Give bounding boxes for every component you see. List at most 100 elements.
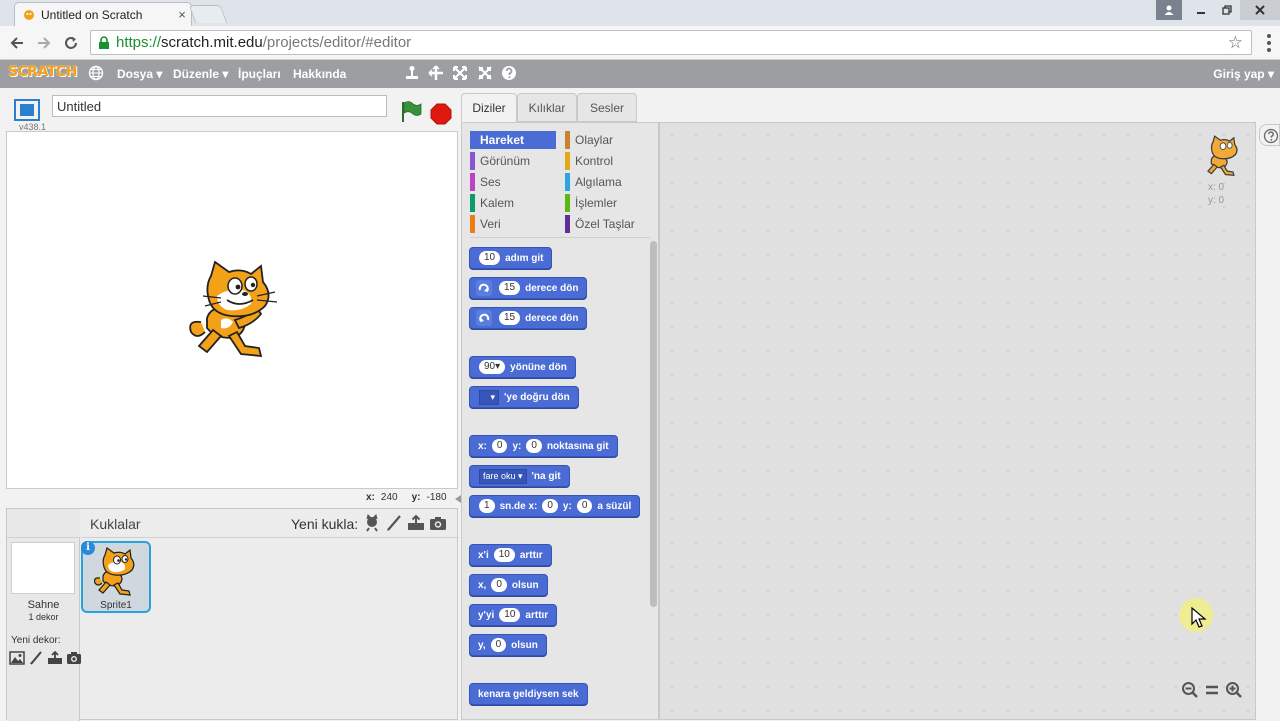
- language-globe-icon[interactable]: [88, 65, 104, 81]
- stage-thumbnail[interactable]: [11, 542, 75, 594]
- new-sprite-tools: [363, 514, 447, 532]
- category-looks[interactable]: Görünüm: [470, 152, 556, 170]
- lock-icon: [99, 35, 109, 49]
- block-point-towards[interactable]: ▾'ye doğru dön: [469, 386, 579, 408]
- category-more-blocks[interactable]: Özel Taşlar: [565, 215, 651, 233]
- sprite-cat-thumbnail-icon: [93, 547, 135, 596]
- category-motion[interactable]: Hareket: [470, 131, 556, 149]
- backdrop-upload-icon[interactable]: [47, 651, 63, 665]
- block-turn-left[interactable]: 15 derece dön: [469, 307, 588, 329]
- category-data[interactable]: Veri: [470, 215, 556, 233]
- zoom-reset-icon[interactable]: [1203, 681, 1221, 699]
- new-backdrop-label: Yeni dekor:: [11, 635, 61, 646]
- green-flag-icon[interactable]: [399, 100, 423, 124]
- category-sound[interactable]: Ses: [470, 173, 556, 191]
- sprite-pane: Sahne 1 dekor Yeni dekor: Kuklalar Yeni …: [6, 508, 459, 721]
- grow-icon[interactable]: [452, 65, 468, 81]
- sprite-upload-icon[interactable]: [407, 514, 425, 532]
- sprite-thumbnail-sprite1[interactable]: i Sprite1: [81, 541, 151, 613]
- backdrop-paint-icon[interactable]: [28, 651, 44, 665]
- sign-in-menu[interactable]: Giriş yap ▾: [1213, 67, 1274, 81]
- zoom-in-icon[interactable]: [1225, 681, 1243, 699]
- backdrop-tools: [9, 651, 82, 665]
- stop-sign-icon[interactable]: [430, 103, 452, 125]
- cat-sprite-icon[interactable]: [187, 260, 283, 364]
- tab-scripts[interactable]: Diziler: [461, 93, 517, 122]
- reload-icon[interactable]: [60, 32, 82, 54]
- help-panel-toggle[interactable]: [1259, 124, 1280, 146]
- block-bounce-edge[interactable]: kenara geldiysen sek: [469, 683, 588, 705]
- help-circle-icon: [1263, 128, 1279, 144]
- address-bar-row: https://scratch.mit.edu/projects/editor/…: [0, 26, 1280, 60]
- url-scheme: https://: [116, 34, 162, 51]
- sprite-camera-icon[interactable]: [429, 514, 447, 532]
- backdrop-camera-icon[interactable]: [66, 651, 82, 665]
- rotate-counterclockwise-icon: [476, 310, 492, 326]
- sprite-library-icon[interactable]: [363, 514, 381, 532]
- rotate-clockwise-icon: [476, 280, 492, 296]
- block-palette: Hareket Görünüm Ses Kalem Veri Olaylar K…: [461, 122, 659, 720]
- sprite-paint-icon[interactable]: [385, 514, 403, 532]
- category-operators[interactable]: İşlemler: [565, 194, 651, 212]
- tab-title: Untitled on Scratch: [41, 7, 143, 22]
- block-goto-target[interactable]: fare oku ▾'na git: [469, 465, 570, 487]
- project-title-input[interactable]: [52, 95, 387, 117]
- block-change-x[interactable]: x'i 10 arttır: [469, 544, 552, 566]
- fullscreen-icon[interactable]: [14, 99, 40, 121]
- palette-scrollbar[interactable]: [650, 241, 657, 607]
- minimize-icon[interactable]: [1188, 0, 1214, 20]
- sprites-title: Kuklalar: [90, 516, 141, 532]
- block-goto-xy[interactable]: x: 0 y: 0 noktasına git: [469, 435, 618, 457]
- stage-column: Sahne 1 dekor Yeni dekor:: [7, 509, 82, 721]
- about-menu[interactable]: Hakkında: [293, 67, 346, 81]
- browser-menu-icon[interactable]: [1264, 34, 1274, 52]
- tips-menu[interactable]: İpuçları: [238, 67, 281, 81]
- scratch-menu-bar: SCRATCH Dosya ▾ Düzenle ▾ İpuçları Hakkı…: [0, 60, 1280, 88]
- bookmark-star-icon[interactable]: ☆: [1228, 33, 1243, 53]
- stage-canvas[interactable]: [6, 131, 458, 489]
- tab-costumes[interactable]: Kılıklar: [517, 93, 577, 122]
- sprite-y-readout: y: 0: [1208, 195, 1225, 206]
- stage-name-label: Sahne: [27, 599, 60, 611]
- zoom-out-icon[interactable]: [1181, 681, 1199, 699]
- help-question-icon[interactable]: [501, 65, 517, 81]
- forward-arrow-icon[interactable]: [33, 32, 55, 54]
- stage-header: v438.1: [6, 93, 458, 132]
- current-sprite-cat-icon: [1207, 135, 1238, 177]
- scratch-logo[interactable]: SCRATCH: [8, 64, 77, 80]
- stage-coordinates: x: 240 y: -180: [366, 492, 447, 503]
- stage-x-label: x:: [366, 492, 375, 503]
- sprites-header: Kuklalar Yeni kukla:: [81, 509, 459, 538]
- url-path: /projects/editor/#editor: [262, 34, 412, 51]
- browser-tab[interactable]: Untitled on Scratch ×: [14, 2, 192, 26]
- new-tab-button[interactable]: [188, 5, 228, 23]
- browser-tab-bar: Untitled on Scratch ×: [0, 0, 1280, 26]
- user-profile-icon[interactable]: [1156, 0, 1182, 20]
- block-point-direction[interactable]: 90▾ yönüne dön: [469, 356, 576, 378]
- block-move-steps[interactable]: 10 adım git: [469, 247, 553, 269]
- tab-close-icon[interactable]: ×: [173, 7, 191, 22]
- block-change-y[interactable]: y'yi 10 arttır: [469, 604, 558, 626]
- file-menu[interactable]: Dosya ▾: [117, 67, 162, 81]
- restore-icon[interactable]: [1214, 0, 1240, 20]
- category-sensing[interactable]: Algılama: [565, 173, 651, 191]
- back-arrow-icon[interactable]: [6, 32, 28, 54]
- stage-y-label: y:: [411, 492, 421, 503]
- duplicate-stamp-icon[interactable]: [404, 65, 420, 81]
- block-set-x[interactable]: x, 0 olsun: [469, 574, 548, 596]
- cut-scissors-icon[interactable]: [428, 65, 444, 81]
- script-area[interactable]: x: 0 y: 0: [659, 122, 1256, 720]
- edit-menu[interactable]: Düzenle ▾: [173, 67, 228, 81]
- url-field[interactable]: https://scratch.mit.edu/projects/editor/…: [90, 30, 1252, 55]
- close-window-icon[interactable]: [1240, 0, 1280, 20]
- mouse-pointer-icon: [1191, 607, 1207, 628]
- block-set-y[interactable]: y, 0 olsun: [469, 634, 547, 656]
- category-events[interactable]: Olaylar: [565, 131, 651, 149]
- backdrop-library-icon[interactable]: [9, 651, 25, 665]
- block-turn-right[interactable]: 15 derece dön: [469, 277, 588, 299]
- shrink-icon[interactable]: [477, 65, 493, 81]
- tab-sounds[interactable]: Sesler: [577, 93, 637, 122]
- category-control[interactable]: Kontrol: [565, 152, 651, 170]
- block-glide[interactable]: 1 sn.de x: 0 y: 0 a süzül: [469, 495, 641, 517]
- category-pen[interactable]: Kalem: [470, 194, 556, 212]
